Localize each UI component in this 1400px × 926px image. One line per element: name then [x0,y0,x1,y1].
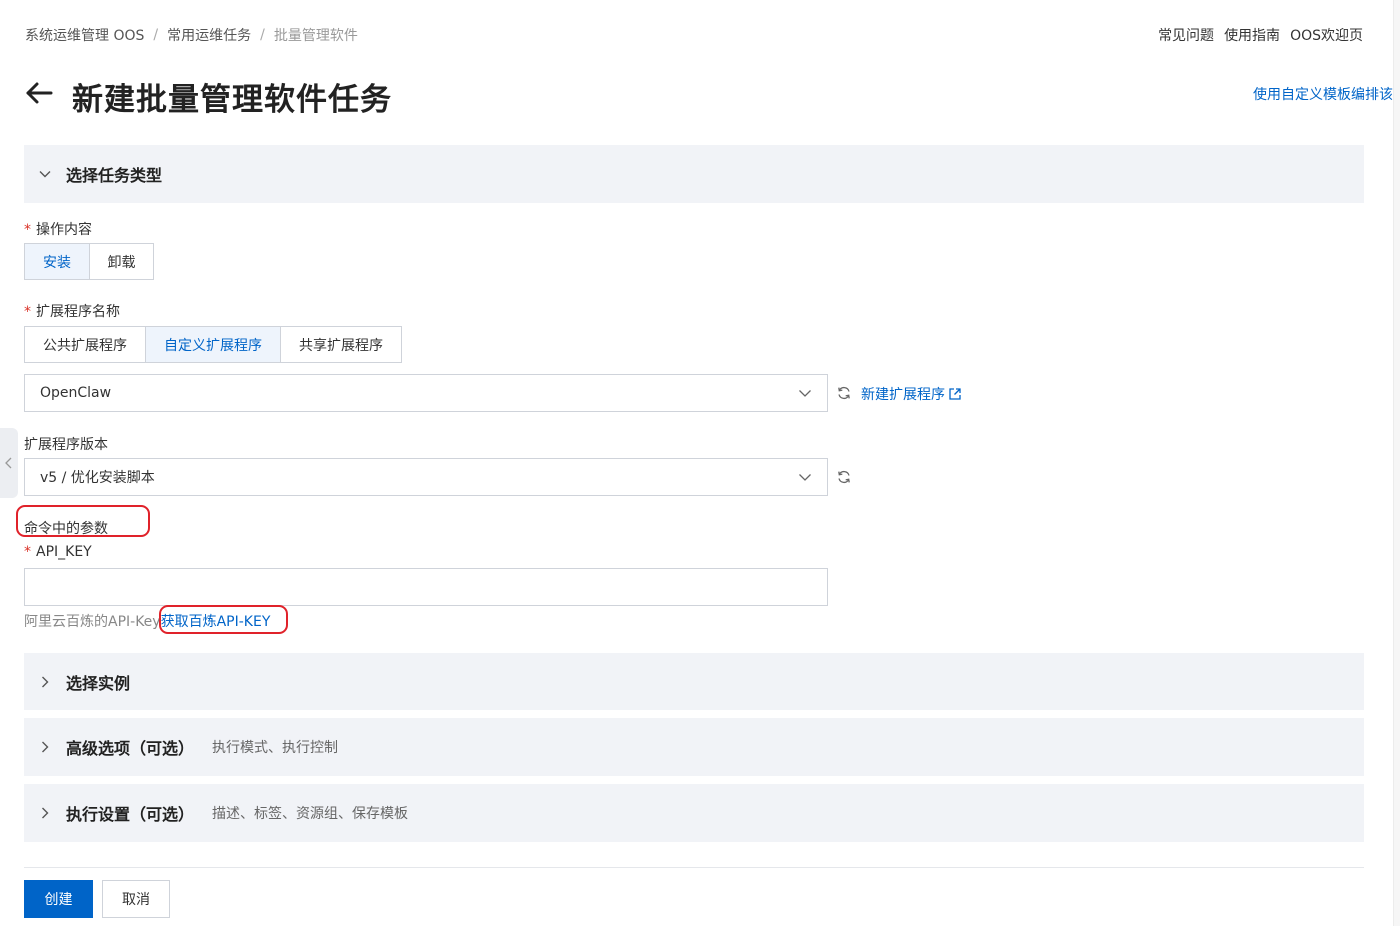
version-select-value: v5 / 优化安装脚本 [40,470,155,486]
operation-segmented: 安装 卸载 [24,243,154,280]
section-advanced-header[interactable]: 高级选项（可选） 执行模式、执行控制 [24,718,1364,776]
api-key-label: * API_KEY [24,544,92,560]
section-description: 描述、标签、资源组、保存模板 [212,806,409,822]
welcome-link[interactable]: OOS欢迎页 [1290,25,1363,45]
breadcrumb-item-oos[interactable]: 系统运维管理 OOS [25,25,144,45]
breadcrumb-item-current: 批量管理软件 [273,28,358,44]
chevron-left-icon [5,457,12,469]
breadcrumb-separator: / [153,27,159,43]
page-title: 新建批量管理软件任务 [72,82,392,118]
chevron-right-icon [42,676,49,687]
section-instances-header[interactable]: 选择实例 [24,653,1364,710]
extension-type-segmented: 公共扩展程序 自定义扩展程序 共享扩展程序 [24,326,402,363]
faq-link[interactable]: 常见问题 [1158,25,1214,45]
extension-select-value: OpenClaw [40,385,112,401]
uninstall-option[interactable]: 卸载 [89,243,154,280]
section-task-type-header[interactable]: 选择任务类型 [24,145,1364,203]
operation-label: * 操作内容 [24,222,92,238]
guide-link[interactable]: 使用指南 [1224,25,1280,45]
breadcrumb-separator: / [260,27,265,43]
section-title: 高级选项（可选） [66,739,195,758]
extension-select[interactable]: OpenClaw [24,374,828,412]
refresh-icon[interactable] [836,469,852,485]
footer-divider [24,867,1364,868]
chevron-down-icon [39,171,51,178]
annotation-highlight [159,605,288,634]
extension-label: * 扩展程序名称 [24,304,120,320]
chevron-right-icon [42,807,49,819]
cancel-button[interactable]: 取消 [102,880,170,918]
sidebar-toggle[interactable] [0,428,18,498]
new-extension-link[interactable]: 新建扩展程序 [861,384,962,404]
chevron-right-icon [42,741,49,753]
back-arrow-icon[interactable] [24,78,54,108]
chevron-down-icon [799,390,811,397]
page-scrollbar[interactable] [1393,0,1400,926]
section-description: 执行模式、执行控制 [212,740,339,756]
custom-extension-option[interactable]: 自定义扩展程序 [145,326,281,363]
breadcrumb: 系统运维管理 OOS / 常用运维任务 / 批量管理软件 [25,25,358,45]
version-label: 扩展程序版本 [24,437,108,453]
version-select[interactable]: v5 / 优化安装脚本 [24,458,828,496]
top-links: 常见问题 使用指南 OOS欢迎页 [1158,25,1363,45]
section-title: 选择实例 [66,673,131,693]
refresh-icon[interactable] [836,385,852,401]
install-option[interactable]: 安装 [24,243,90,280]
chevron-down-icon [799,474,811,481]
custom-template-link[interactable]: 使用自定义模板编排该 [1253,84,1393,104]
external-link-icon [949,388,961,400]
create-button[interactable]: 创建 [24,880,93,918]
section-title: 执行设置（可选） [66,805,195,824]
shared-extension-option[interactable]: 共享扩展程序 [280,326,402,363]
api-key-input[interactable] [24,568,828,606]
section-title: 选择任务类型 [66,166,163,185]
public-extension-option[interactable]: 公共扩展程序 [24,326,146,363]
breadcrumb-item-common-tasks[interactable]: 常用运维任务 [167,25,251,45]
section-exec-settings-header[interactable]: 执行设置（可选） 描述、标签、资源组、保存模板 [24,784,1364,842]
annotation-highlight [16,505,150,537]
